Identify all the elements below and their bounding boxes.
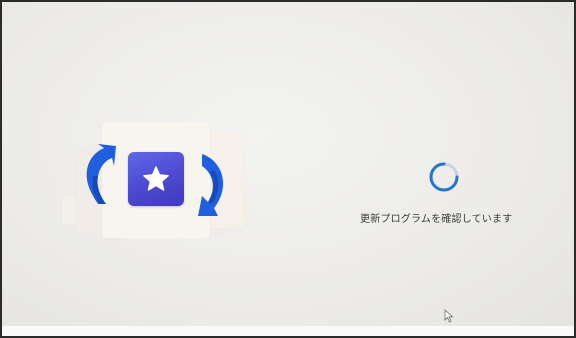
app-star-tile-icon bbox=[128, 152, 184, 206]
loading-spinner-icon bbox=[429, 162, 459, 192]
refresh-arrow-left-icon bbox=[86, 144, 116, 204]
setup-screen: 更新プログラムを確認しています bbox=[0, 0, 576, 338]
update-illustration bbox=[62, 122, 252, 242]
bottom-strip bbox=[2, 326, 574, 336]
status-message: 更新プログラムを確認しています bbox=[360, 214, 513, 225]
mouse-pointer-icon bbox=[444, 309, 454, 323]
refresh-arrow-right-icon bbox=[198, 154, 224, 216]
